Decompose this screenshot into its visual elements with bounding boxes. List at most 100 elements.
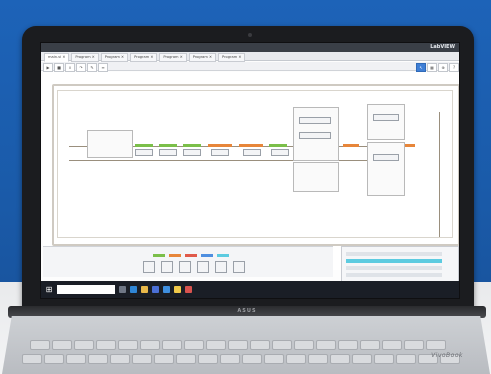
sequence-frame-d[interactable]: [367, 142, 405, 196]
grid-icon[interactable]: ▦: [427, 63, 437, 72]
laptop-base-brand: VivoBook: [431, 352, 463, 359]
palette-block-blue[interactable]: [201, 254, 213, 257]
windows-taskbar: ⊞: [41, 281, 459, 298]
windows-start-icon[interactable]: ⊞: [45, 285, 53, 294]
keyboard-key: [154, 354, 174, 364]
keyboard-key: [264, 354, 284, 364]
props-row-1[interactable]: [346, 252, 442, 256]
keyboard-key: [198, 354, 218, 364]
window-titlebar: LabVIEW: [41, 43, 459, 52]
taskbar-search-input[interactable]: [57, 285, 115, 294]
wire-orange-3: [343, 144, 359, 147]
palette-tile-3[interactable]: [179, 261, 191, 273]
tab-6[interactable]: Program ✕: [218, 53, 246, 62]
zoom-icon[interactable]: ⊕: [438, 63, 448, 72]
vi-node-6[interactable]: [271, 149, 289, 156]
keyboard-key: [22, 354, 42, 364]
palette-tile-5[interactable]: [215, 261, 227, 273]
vi-node-1[interactable]: [135, 149, 153, 156]
keyboard-key: [338, 340, 358, 350]
run-icon[interactable]: ▶: [43, 63, 53, 72]
mail-icon[interactable]: [163, 286, 170, 293]
wire-green-4: [269, 144, 287, 147]
tab-2[interactable]: Program ✕: [100, 53, 129, 62]
block-diagram-canvas[interactable]: [43, 72, 459, 270]
laptop-screen: LabVIEW main.vi ✕ Program ✕ Program ✕ Pr…: [40, 42, 460, 299]
step-icon[interactable]: ↷: [76, 63, 86, 72]
keyboard-key: [44, 354, 64, 364]
keyboard-key: [132, 354, 152, 364]
keyboard-key: [360, 340, 380, 350]
keyboard-key: [382, 340, 402, 350]
vi-node-2[interactable]: [159, 149, 177, 156]
keyboard-key: [250, 340, 270, 350]
laptop-lid: LabVIEW main.vi ✕ Program ✕ Program ✕ Pr…: [22, 26, 474, 312]
vi-node-8[interactable]: [299, 132, 331, 139]
keyboard-key: [176, 354, 196, 364]
sequence-frame-b[interactable]: [293, 162, 339, 192]
wire-orange-1: [208, 144, 232, 147]
wire-green-2: [159, 144, 177, 147]
keyboard-key: [220, 354, 240, 364]
keyboard-key: [30, 340, 50, 350]
props-row-2[interactable]: [346, 266, 442, 270]
palette-tile-6[interactable]: [233, 261, 245, 273]
task-view-icon[interactable]: [119, 286, 126, 293]
keyboard-key: [330, 354, 350, 364]
keyboard-key: [404, 340, 424, 350]
palette-block-orange[interactable]: [169, 254, 181, 257]
vi-node-4[interactable]: [211, 149, 229, 156]
vi-node-9[interactable]: [373, 114, 399, 121]
palette-tile-1[interactable]: [143, 261, 155, 273]
chrome-icon[interactable]: [185, 286, 192, 293]
keyboard-key: [74, 340, 94, 350]
hinge-logo: ASUS: [237, 308, 257, 314]
tab-0[interactable]: main.vi ✕: [44, 53, 70, 62]
tab-3[interactable]: Program ✕: [130, 53, 158, 62]
palette-block-red[interactable]: [185, 254, 197, 257]
keyboard-key: [206, 340, 226, 350]
functions-palette: [43, 246, 333, 277]
keyboard-key: [96, 340, 116, 350]
keyboard-key: [242, 354, 262, 364]
keyboard-key: [286, 354, 306, 364]
palette-block-cyan[interactable]: [217, 254, 229, 257]
tab-4[interactable]: Program ✕: [159, 53, 187, 62]
select-tool-icon[interactable]: ↖: [416, 63, 426, 72]
tab-1[interactable]: Program ✕: [71, 53, 99, 62]
palette-block-green[interactable]: [153, 254, 165, 257]
keyboard-key: [396, 354, 416, 364]
keyboard-key: [316, 340, 336, 350]
webcam: [248, 33, 252, 37]
pause-icon[interactable]: ॥: [65, 63, 75, 72]
keyboard-key: [294, 340, 314, 350]
wire-lower: [69, 160, 399, 161]
tab-5[interactable]: Program ✕: [188, 53, 217, 62]
stop-icon[interactable]: ■: [54, 63, 64, 72]
highlight-icon[interactable]: ✎: [87, 63, 97, 72]
wire-green-1: [135, 144, 153, 147]
vi-node-10[interactable]: [373, 154, 399, 161]
keyboard-key: [426, 340, 446, 350]
align-icon[interactable]: ≡: [98, 63, 108, 72]
case-structure[interactable]: [87, 130, 133, 158]
keyboard-key: [308, 354, 328, 364]
palette-tile-4[interactable]: [197, 261, 209, 273]
labview-task-icon[interactable]: [174, 286, 181, 293]
vi-node-7[interactable]: [299, 117, 331, 124]
store-icon[interactable]: [152, 286, 159, 293]
edge-browser-icon[interactable]: [130, 286, 137, 293]
vi-node-3[interactable]: [183, 149, 201, 156]
sequence-frame-c[interactable]: [367, 104, 405, 140]
props-row-selected[interactable]: [346, 259, 442, 263]
keyboard-key: [110, 354, 130, 364]
props-row-3[interactable]: [346, 273, 442, 277]
wire-green-3: [183, 144, 201, 147]
keyboard-key: [352, 354, 372, 364]
app-brand-label: LabVIEW: [430, 44, 455, 50]
palette-tile-2[interactable]: [161, 261, 173, 273]
vi-node-5[interactable]: [243, 149, 261, 156]
help-icon[interactable]: ?: [449, 63, 459, 72]
file-explorer-icon[interactable]: [141, 286, 148, 293]
keyboard-key: [272, 340, 292, 350]
